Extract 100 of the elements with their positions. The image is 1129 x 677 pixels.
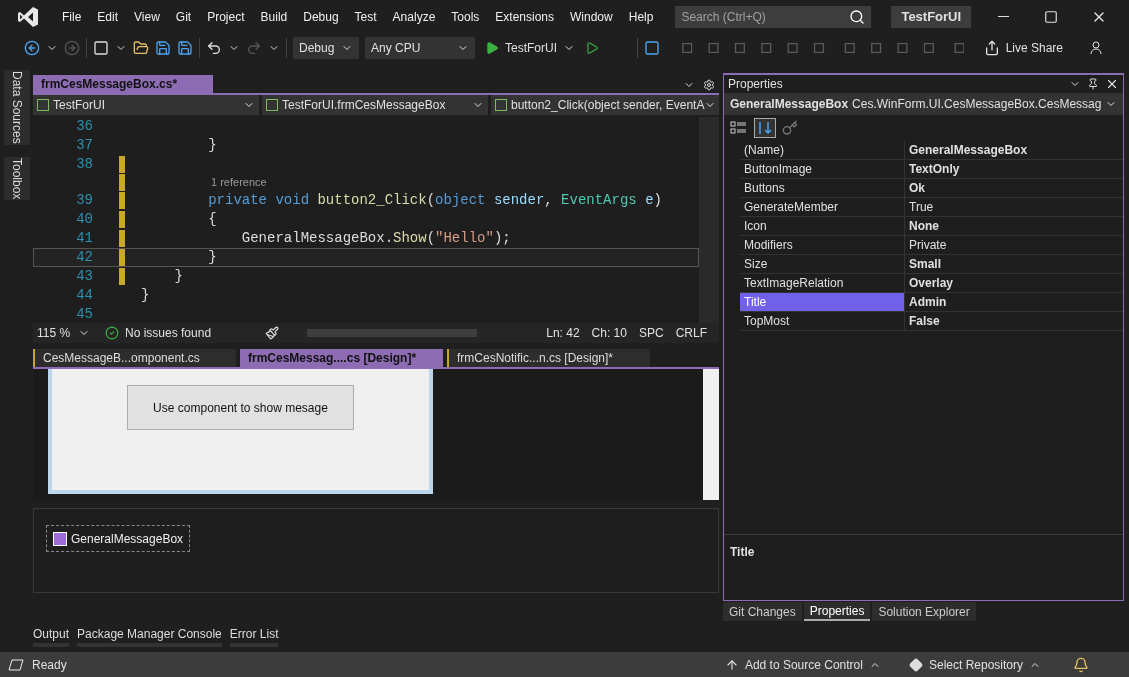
object-selector[interactable]: GeneralMessageBox Ces.WinForm.UI.CesMessageBox.CesMessag (724, 93, 1124, 115)
menu-item[interactable]: Git (169, 7, 198, 26)
platform-dropdown[interactable]: Any CPU (365, 36, 475, 59)
document-tab[interactable]: frmCesMessag....cs [Design]* (240, 349, 443, 367)
undo-icon[interactable] (206, 39, 222, 56)
live-share-button[interactable]: Live Share (983, 38, 1063, 57)
code-line: GeneralMessageBox.Show("Hello"); (240, 229, 512, 247)
configuration-dropdown[interactable]: Debug (293, 36, 359, 59)
new-project-icon[interactable] (93, 39, 109, 56)
property-value[interactable]: Admin (905, 293, 1124, 311)
property-name[interactable]: Modifiers (740, 236, 905, 254)
zoom-dropdown[interactable]: 115 % (37, 324, 93, 342)
alphabetical-icon[interactable] (754, 118, 776, 138)
document-tab[interactable]: frmCesNotific...n.cs [Design]* (447, 349, 650, 367)
property-value[interactable]: False (905, 312, 1124, 330)
vertical-scrollbar[interactable] (699, 117, 719, 323)
property-name[interactable]: Icon (740, 217, 905, 235)
app-logo-icon (16, 4, 40, 29)
reference-count-link[interactable]: 1 reference (211, 174, 267, 191)
property-name[interactable]: TextImageRelation (740, 274, 905, 292)
menu-item[interactable]: Window (564, 7, 619, 26)
code-line: } (173, 267, 184, 285)
key-icon[interactable] (782, 120, 798, 136)
diamond-icon (908, 657, 923, 672)
property-name[interactable]: ButtonImage (740, 160, 905, 178)
tool-window-tab[interactable]: Error List (229, 625, 279, 647)
property-name[interactable]: TopMost (740, 312, 905, 330)
property-value[interactable]: Small (905, 255, 1124, 273)
property-value[interactable]: GeneralMessageBox (905, 141, 1124, 159)
menu-item[interactable]: Extensions (489, 7, 561, 26)
code-line: } (207, 248, 218, 266)
menu-item[interactable]: Test (348, 7, 383, 26)
menu-item[interactable]: Help (622, 7, 660, 26)
navigation-dropdown[interactable]: TestForUI.frmCesMessageBox (262, 95, 488, 115)
code-element-icon (37, 99, 49, 111)
property-value[interactable]: TextOnly (905, 160, 1124, 178)
source-control-button[interactable]: Add to Source Control (724, 655, 881, 674)
code-line: } (207, 137, 218, 154)
panel-tab[interactable]: Git Changes (723, 602, 802, 621)
line-number: 42 (76, 248, 93, 265)
settings-icon[interactable] (703, 79, 715, 91)
editor-tab[interactable]: frmCesMessageBox.cs* (33, 75, 213, 93)
start-button[interactable]: TestForUI (481, 36, 579, 59)
form-button[interactable]: Use component to show mesage (127, 385, 354, 430)
panel-tab[interactable]: Solution Explorer (872, 602, 976, 621)
property-description: Title (730, 545, 755, 559)
play-icon (485, 40, 499, 55)
navigation-dropdown[interactable]: TestForUI (33, 95, 259, 115)
property-value[interactable]: Overlay (905, 274, 1124, 292)
line-endings-indicator[interactable]: CRLF (675, 324, 715, 342)
menu-item[interactable]: Edit (91, 7, 125, 26)
status-icon (8, 658, 24, 671)
menu-item[interactable]: Project (201, 7, 251, 26)
categorized-icon[interactable] (730, 120, 748, 136)
navigation-dropdown[interactable]: button2_Click(object sender, EventA (491, 95, 719, 115)
save-all-icon[interactable] (177, 39, 193, 56)
property-name[interactable]: Title (740, 293, 905, 311)
feedback-icon[interactable] (1089, 39, 1105, 56)
brush-icon[interactable] (265, 326, 279, 340)
menu-item[interactable]: File (56, 7, 88, 26)
menu-item[interactable]: Build (254, 7, 294, 26)
property-name[interactable]: (Name) (740, 141, 905, 159)
search-field[interactable]: Search (Ctrl+Q) (675, 5, 872, 28)
property-name[interactable]: GenerateMember (740, 198, 905, 216)
notification-icon[interactable] (1073, 656, 1089, 673)
document-tab[interactable]: CesMessageB...omponent.cs (33, 349, 236, 367)
code-element-icon (266, 99, 278, 111)
menu-item[interactable]: Debug (297, 7, 345, 26)
repository-button[interactable]: Select Repository (908, 655, 1041, 674)
tray-component[interactable]: GeneralMessageBox (46, 525, 191, 552)
property-value[interactable]: Private (905, 236, 1124, 254)
whitespace-indicator[interactable]: SPC (638, 324, 664, 342)
panel-tab[interactable]: Properties (803, 602, 871, 621)
property-value[interactable]: None (905, 217, 1124, 235)
issues-status[interactable]: No issues found (105, 324, 245, 342)
open-folder-icon[interactable] (133, 39, 149, 56)
side-tab[interactable]: Data Sources (3, 70, 30, 145)
code-line: } (141, 286, 151, 304)
save-icon[interactable] (155, 39, 171, 56)
start-without-debugging-icon[interactable] (585, 40, 599, 55)
property-name[interactable]: Size (740, 255, 905, 273)
component-icon (53, 531, 67, 546)
line-number: 43 (76, 267, 93, 284)
layout-icon[interactable] (644, 39, 660, 56)
property-name[interactable]: Buttons (740, 179, 905, 197)
property-value[interactable]: True (905, 198, 1124, 216)
pin-icon[interactable] (1087, 78, 1100, 90)
menu-item[interactable]: Tools (445, 7, 486, 26)
side-tab[interactable]: Toolbox (3, 156, 30, 201)
property-value[interactable]: Ok (905, 179, 1124, 197)
designer-scrollbar[interactable] (703, 369, 719, 500)
menu-item[interactable]: View (128, 7, 166, 26)
tool-window-tab[interactable]: Package Manager Console (77, 625, 222, 647)
tool-window-tab[interactable]: Output (33, 625, 70, 647)
line-number: 37 (76, 137, 93, 153)
solution-name: TestForUI (891, 5, 972, 28)
menu-item[interactable]: Analyze (386, 7, 442, 26)
back-icon[interactable] (24, 39, 40, 56)
horizontal-scrollbar[interactable] (307, 329, 477, 337)
line-number: 44 (76, 286, 93, 303)
